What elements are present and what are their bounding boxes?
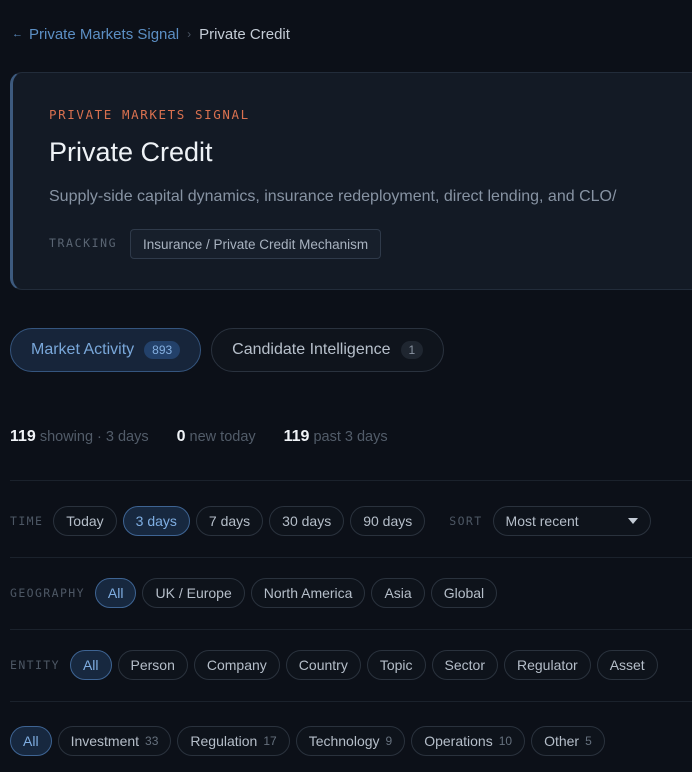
entity-chip-all[interactable]: All [69, 650, 112, 680]
entity-chip-topic[interactable]: Topic [366, 650, 426, 680]
header-card: PRIVATE MARKETS SIGNAL Private Credit Su… [10, 72, 692, 290]
tab-candidate-intelligence[interactable]: Candidate Intelligence 1 [211, 328, 445, 372]
geography-chip-global[interactable]: Global [430, 578, 498, 608]
tracking-tag: Insurance / Private Credit Mechanism [130, 229, 382, 259]
new-today-count: 0 [176, 428, 186, 445]
time-filter-label: TIME [10, 514, 44, 528]
divider [10, 701, 692, 702]
category-chip-label: Operations [424, 733, 493, 749]
caret-down-icon [627, 518, 638, 524]
new-today-label: new today [189, 429, 256, 445]
category-chip-technology[interactable]: Technology 9 [295, 726, 406, 756]
showing-label: showing · 3 days [39, 429, 149, 445]
entity-filter-row: ENTITY All Person Company Country Topic … [10, 650, 664, 680]
category-chip-label: All [23, 733, 39, 749]
geography-filter-label: GEOGRAPHY [10, 586, 85, 600]
tracking-label: TRACKING [49, 236, 118, 250]
tab-market-activity[interactable]: Market Activity 893 [10, 328, 202, 372]
showing-count: 119 [10, 428, 36, 445]
header-eyebrow: PRIVATE MARKETS SIGNAL [49, 107, 250, 122]
category-chip-other[interactable]: Other 5 [531, 726, 605, 756]
category-chip-all[interactable]: All [10, 726, 52, 756]
entity-chip-sector[interactable]: Sector [431, 650, 498, 680]
category-filter-row: All Investment 33 Regulation 17 Technolo… [10, 726, 611, 756]
category-chip-investment[interactable]: Investment 33 [57, 726, 172, 756]
category-chip-label: Technology [308, 733, 380, 749]
divider [10, 557, 692, 558]
divider [10, 629, 692, 630]
chevron-right-icon: › [187, 27, 192, 41]
past-count: 119 [283, 428, 310, 445]
page-title: Private Credit [49, 137, 213, 167]
category-chip-label: Regulation [190, 733, 258, 749]
geography-chip-asia[interactable]: Asia [371, 578, 425, 608]
category-chip-regulation[interactable]: Regulation 17 [177, 726, 290, 756]
category-chip-count: 33 [145, 734, 159, 748]
category-chip-count: 9 [385, 734, 393, 748]
geography-chip-uk-europe[interactable]: UK / Europe [142, 578, 245, 608]
entity-chip-regulator[interactable]: Regulator [503, 650, 591, 680]
page-description: Supply-side capital dynamics, insurance … [49, 188, 617, 205]
breadcrumb-current: Private Credit [199, 25, 290, 43]
breadcrumb-parent-link[interactable]: ← Private Markets Signal [12, 26, 179, 43]
time-chip-30-days[interactable]: 30 days [269, 506, 345, 536]
time-chip-7-days[interactable]: 7 days [195, 506, 264, 536]
time-chip-3-days[interactable]: 3 days [122, 506, 190, 536]
category-chip-operations[interactable]: Operations 10 [411, 726, 526, 756]
category-chip-label: Other [544, 733, 580, 749]
category-chip-count: 10 [498, 734, 513, 748]
main-tabs: Market Activity 893 Candidate Intelligen… [10, 328, 445, 372]
time-chip-today[interactable]: Today [53, 506, 117, 536]
tab-count-badge: 1 [400, 341, 424, 359]
breadcrumb: ← Private Markets Signal › Private Credi… [12, 24, 290, 44]
past-label: past 3 days [313, 429, 388, 445]
tab-label: Market Activity [31, 341, 135, 358]
entity-chip-company[interactable]: Company [193, 650, 280, 680]
time-chip-90-days[interactable]: 90 days [350, 506, 426, 536]
entity-chip-person[interactable]: Person [117, 650, 188, 680]
entity-filter-label: ENTITY [10, 658, 60, 672]
geography-chip-north-america[interactable]: North America [250, 578, 366, 608]
category-chip-label: Investment [70, 733, 140, 749]
sort-value: Most recent [505, 513, 579, 529]
time-filter-row: TIME Today 3 days 7 days 30 days 90 days… [10, 506, 651, 536]
entity-chip-asset[interactable]: Asset [596, 650, 658, 680]
tab-label: Candidate Intelligence [232, 341, 391, 358]
stats-summary: 119 showing · 3 days 0 new today 119 pas… [10, 428, 388, 446]
category-chip-count: 17 [263, 734, 277, 748]
sort-select[interactable]: Most recent [492, 506, 651, 536]
category-chip-count: 5 [585, 734, 592, 748]
geography-chip-all[interactable]: All [94, 578, 137, 608]
divider [10, 480, 692, 481]
back-arrow-icon: ← [12, 28, 23, 40]
tab-count-badge: 893 [144, 341, 181, 359]
breadcrumb-parent-label: Private Markets Signal [29, 25, 180, 43]
entity-chip-country[interactable]: Country [285, 650, 361, 680]
geography-filter-row: GEOGRAPHY All UK / Europe North America … [10, 578, 503, 608]
sort-label: SORT [449, 514, 483, 528]
